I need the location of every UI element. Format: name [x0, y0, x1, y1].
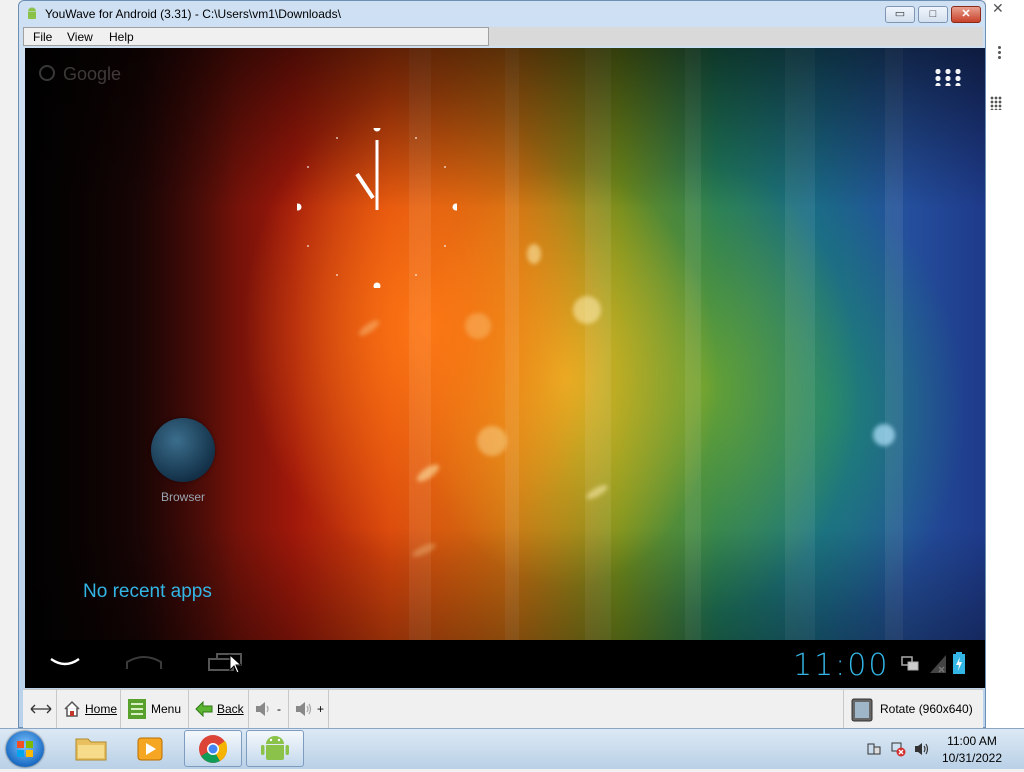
- home-label: Home: [85, 702, 118, 716]
- house-icon: [64, 700, 80, 717]
- bokeh-light: [465, 313, 491, 339]
- menu-label: Menu: [151, 702, 182, 716]
- battery-charging-icon: [953, 652, 965, 674]
- mouse-cursor: [229, 654, 243, 674]
- start-button[interactable]: [6, 731, 44, 767]
- no-recent-apps-text: No recent apps: [83, 581, 212, 602]
- android-navigation-bar: 11:00: [25, 640, 985, 688]
- bokeh-light: [573, 296, 601, 324]
- close-icon[interactable]: ✕: [992, 0, 1004, 17]
- hour-hand: [355, 172, 375, 200]
- rotate-label: Rotate (960x640): [880, 702, 973, 716]
- browser-app-label: Browser: [160, 490, 205, 504]
- minimize-button[interactable]: ▭: [885, 6, 915, 23]
- search-hint: Google: [63, 64, 122, 84]
- bokeh-light: [873, 424, 895, 446]
- speaker-icon: [256, 702, 269, 716]
- menu-button[interactable]: Menu: [121, 690, 189, 728]
- media-player-icon: [137, 737, 163, 761]
- green-back-arrow-icon: [195, 701, 213, 717]
- title-bar[interactable]: YouWave for Android (3.31) - C:\Users\vm…: [19, 1, 985, 27]
- volume-up-label: +: [317, 702, 325, 716]
- status-clock: 11:00: [793, 648, 890, 683]
- windows-taskbar: 11:00 AM 10/31/2022: [0, 728, 1024, 769]
- rotate-device-icon: [851, 698, 873, 722]
- menu-file[interactable]: File: [33, 30, 52, 44]
- android-screen[interactable]: Google Browser No recent apps 11:00: [25, 48, 985, 688]
- back-button[interactable]: Back: [189, 690, 249, 728]
- volume-down-label: -: [277, 702, 281, 716]
- action-center-icon[interactable]: [866, 741, 882, 757]
- close-button[interactable]: ✕: [951, 6, 981, 23]
- volume-icon[interactable]: [914, 741, 930, 757]
- taskbar-media-player[interactable]: [122, 730, 180, 767]
- network-error-icon[interactable]: [890, 741, 906, 757]
- analog-clock-widget[interactable]: [297, 128, 457, 288]
- clock-marker: [373, 128, 381, 132]
- background-browser-edge: ✕: [986, 0, 1024, 728]
- signal-icon: [930, 655, 946, 673]
- volume-down-button[interactable]: -: [249, 690, 289, 728]
- menu-list-icon: [128, 699, 146, 719]
- clock-marker: [452, 203, 457, 211]
- volume-up-button[interactable]: +: [289, 690, 329, 728]
- bokeh-light: [527, 244, 541, 264]
- emulator-toolbar: Home Menu Back - + Rotate (960x640): [23, 689, 983, 728]
- clock-marker: [373, 282, 381, 288]
- back-label: Back: [217, 702, 244, 716]
- browser-app-icon[interactable]: [151, 418, 215, 482]
- taskbar-date[interactable]: 10/31/2022: [930, 751, 1014, 765]
- menu-bar-filler: [489, 27, 983, 46]
- windows-logo-icon: [17, 741, 33, 757]
- youwave-window: YouWave for Android (3.31) - C:\Users\vm…: [18, 0, 986, 728]
- taskbar-youwave[interactable]: [246, 730, 304, 767]
- speaker-icon: [296, 702, 312, 716]
- android-app-icon: [28, 7, 36, 19]
- rotate-button[interactable]: Rotate (960x640): [843, 690, 983, 728]
- menu-bar: File View Help: [23, 27, 489, 46]
- clock-marker: [297, 203, 302, 211]
- taskbar-chrome[interactable]: [184, 730, 242, 767]
- taskbar-file-explorer[interactable]: [62, 730, 120, 767]
- menu-view[interactable]: View: [67, 30, 93, 44]
- home-icon[interactable]: [125, 654, 163, 670]
- all-apps-icon[interactable]: [933, 68, 961, 86]
- search-icon: [39, 65, 55, 81]
- kebab-menu-icon[interactable]: [998, 44, 1002, 61]
- android-robot-icon: [261, 736, 289, 760]
- google-search-bar[interactable]: Google: [39, 64, 121, 85]
- back-icon[interactable]: [49, 656, 81, 668]
- extension-grip-icon[interactable]: [990, 96, 1002, 110]
- maximize-button[interactable]: □: [918, 6, 948, 23]
- folder-icon: [75, 738, 107, 761]
- chrome-icon: [199, 735, 227, 763]
- home-button[interactable]: Home: [57, 690, 121, 728]
- taskbar-time[interactable]: 11:00 AM: [930, 734, 1014, 748]
- menu-help[interactable]: Help: [109, 30, 134, 44]
- bokeh-light: [477, 426, 507, 456]
- window-title: YouWave for Android (3.31) - C:\Users\vm…: [45, 7, 341, 21]
- resize-button[interactable]: [23, 690, 57, 728]
- double-arrow-icon: [30, 704, 51, 714]
- network-icon: [901, 656, 919, 671]
